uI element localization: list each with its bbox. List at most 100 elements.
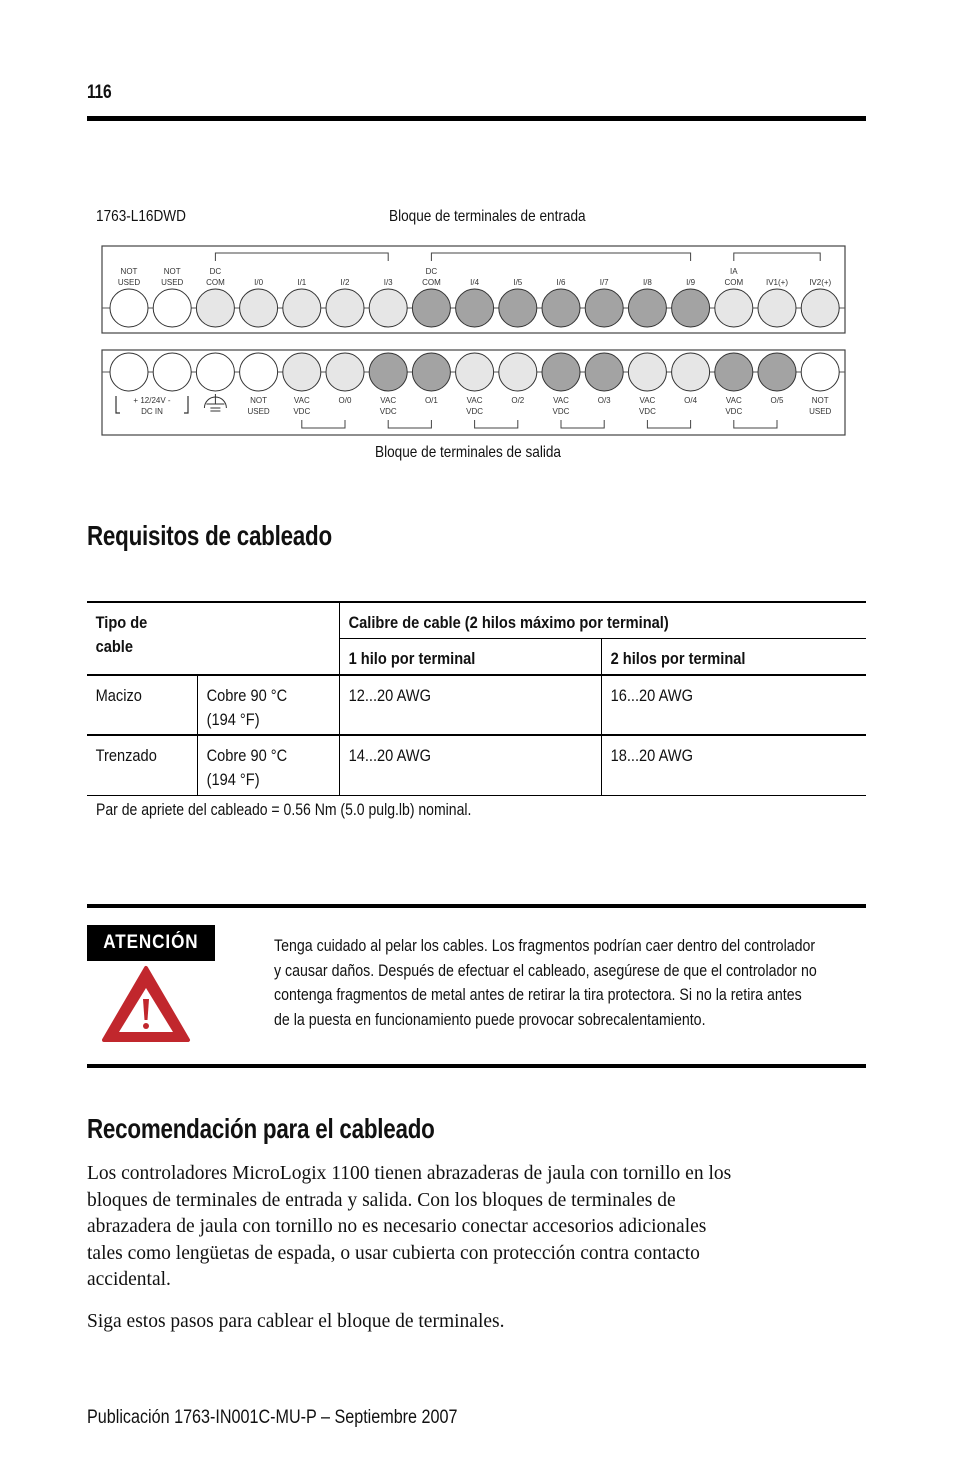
terminal-screw	[671, 288, 711, 328]
output-terminal-o-5: O/5	[757, 352, 797, 405]
output-terminal-vac-vdc: VAC VDC	[282, 352, 322, 416]
terminal-screw	[368, 288, 408, 328]
bracket-right	[184, 396, 189, 414]
terminal-screw	[325, 288, 365, 328]
cell-material: Cobre 90 °C (194 °F)	[198, 736, 319, 792]
terminal-label: O/4	[684, 396, 697, 405]
input-block-title: Bloque de terminales de entrada	[389, 208, 586, 225]
output-terminal-block: NOT USED VAC VDC O/0 VAC VDC O/1 VAC VDC O/2 VAC VDC…	[101, 349, 846, 436]
cell-material-line2: (194 °F)	[206, 770, 260, 789]
terminal-label: O/0	[339, 396, 352, 405]
terminal-screw	[109, 352, 149, 392]
attention-line: Tenga cuidado al pelar los cables. Los f…	[274, 937, 816, 955]
wire-requirements-table: Tipo de cable Calibre de cable (2 hilos …	[87, 601, 866, 796]
steps-intro-paragraph: Siga estos pasos para cablear el bloque …	[87, 1311, 505, 1332]
terminal-label: VDC	[293, 407, 310, 416]
output-terminal-vac-vdc: VAC VDC	[455, 352, 495, 416]
attention-message: Tenga cuidado al pelar los cables. Los f…	[274, 934, 817, 1032]
paragraph-line: tales como lengüetas de espada, o usar c…	[87, 1242, 700, 1264]
header-cable-type-line1: Tipo de	[95, 613, 148, 632]
header-two-wires: 2 hilos por terminal	[610, 648, 745, 668]
terminal-screw	[239, 288, 279, 328]
terminal-label: IV2(+)	[809, 278, 831, 287]
terminal-label: I/4	[470, 278, 479, 287]
terminal-label: I/2	[341, 278, 350, 287]
input-terminal-not-used: NOT USED	[109, 267, 149, 328]
terminal-screw	[498, 288, 538, 328]
input-terminal-i-3: I/3	[368, 278, 408, 328]
ground-icon	[203, 394, 227, 412]
attention-bottom-rule	[87, 1064, 866, 1068]
page-number: 116	[87, 82, 112, 103]
power-label-text: + 12/24V -	[133, 396, 170, 405]
output-terminal-not-used: NOT USED	[800, 352, 840, 416]
terminal-screw	[282, 352, 322, 392]
cell-type: Macizo	[95, 686, 142, 705]
table-footnote: Par de apriete del cableado = 0.56 Nm (5…	[96, 801, 472, 819]
input-terminal-i-4: I/4	[455, 278, 495, 328]
cell-type: Trenzado	[95, 746, 157, 765]
terminal-label: I/1	[297, 278, 306, 287]
input-terminal-i-2: I/2	[325, 278, 365, 328]
terminal-label: I/6	[557, 278, 566, 287]
output-terminal-o-2: O/2	[498, 352, 538, 405]
power-input-label: + 12/24V - DC IN	[115, 396, 189, 416]
cell-two-wires: 16...20 AWG	[610, 686, 693, 705]
terminal-label: USED	[161, 278, 183, 287]
terminal-label: DC	[210, 267, 222, 276]
terminal-screw	[800, 288, 840, 328]
pair-bracket	[646, 420, 692, 429]
output-terminal-o-0: O/0	[325, 352, 365, 405]
terminal-screw	[411, 352, 451, 392]
header-rule	[87, 116, 866, 121]
terminal-label: O/2	[511, 396, 524, 405]
terminal-screw	[195, 288, 235, 328]
output-terminal-o-4: O/4	[671, 352, 711, 405]
attention-line: de la puesta en funcionamiento puede pro…	[274, 1010, 706, 1029]
input-terminal-i-6: I/6	[541, 278, 581, 328]
terminal-screw	[239, 352, 279, 392]
input-terminal-not-used: NOT USED	[152, 267, 192, 328]
output-terminal	[109, 352, 149, 392]
terminal-screw	[584, 288, 624, 328]
terminal-label: NOT	[121, 267, 138, 276]
output-terminal-o-1: O/1	[411, 352, 451, 405]
terminal-label: VAC	[294, 396, 310, 405]
terminal-label: O/5	[771, 396, 784, 405]
terminal-label: VAC	[639, 396, 655, 405]
group-bracket	[733, 252, 821, 261]
output-terminal-vac-vdc: VAC VDC	[368, 352, 408, 416]
terminal-screw	[455, 352, 495, 392]
terminal-label: COM	[422, 278, 441, 287]
terminal-label: I/8	[643, 278, 652, 287]
group-bracket	[430, 252, 692, 261]
table-row: Macizo Cobre 90 °C (194 °F) 12...20 AWG 1…	[87, 675, 866, 736]
terminal-screw	[109, 288, 149, 328]
terminal-screw	[325, 352, 365, 392]
terminal-label: IV1(+)	[766, 278, 788, 287]
terminal-label: VAC	[380, 396, 396, 405]
paragraph-line: Los controladores MicroLogix 1100 tienen…	[87, 1163, 732, 1184]
terminal-screw	[455, 288, 495, 328]
terminal-label: USED	[118, 278, 140, 287]
terminal-label: NOT	[250, 396, 267, 405]
terminal-screw	[627, 352, 667, 392]
terminal-label: I/7	[600, 278, 609, 287]
pair-bracket	[560, 420, 605, 429]
terminal-screw	[282, 288, 322, 328]
terminal-screw	[714, 352, 754, 392]
recommendation-paragraph: Los controladores MicroLogix 1100 tienen…	[87, 1161, 731, 1294]
terminal-label: NOT	[164, 267, 181, 276]
paragraph-line: bloques de terminales de entrada y salid…	[87, 1189, 676, 1211]
input-terminal-block: NOT USED NOT USED DC COM I/0 I/1 I/2 I/3 DC COM I/4 I…	[101, 245, 846, 334]
terminal-block-diagram: NOT USED NOT USED DC COM I/0 I/1 I/2 I/3 DC COM I/4 I…	[101, 245, 846, 436]
terminal-screw	[411, 288, 451, 328]
pair-bracket	[474, 420, 519, 429]
output-terminal-vac-vdc: VAC VDC	[627, 352, 667, 416]
footer-publication: Publicación 1763-IN001C-MU-P – Septiembr…	[87, 1407, 458, 1428]
terminal-label: VDC	[380, 407, 397, 416]
terminal-screw	[671, 352, 711, 392]
terminal-label: VAC	[553, 396, 569, 405]
output-terminal	[152, 352, 192, 392]
paragraph-line: abrazadera de jaula con tornillo no es n…	[87, 1216, 707, 1237]
